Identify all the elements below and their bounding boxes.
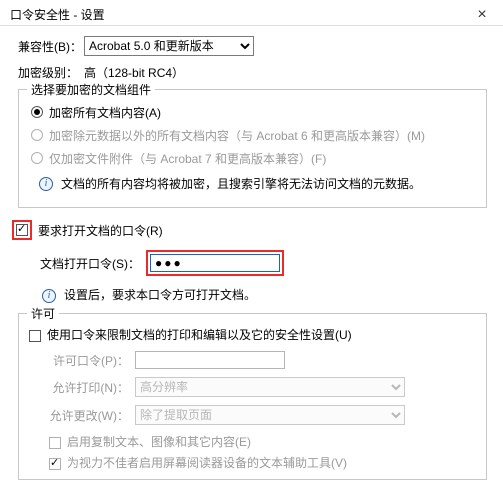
checkbox-enable-screen-reader-label: 为视力不佳者启用屏幕阅读器设备的文本辅助工具(V) — [67, 454, 347, 471]
info-icon: i — [42, 289, 56, 303]
allow-print-label: 允许打印(N)： — [49, 379, 129, 396]
window-title: 口令安全性 - 设置 — [10, 6, 105, 23]
permissions-group: 许可 使用口令来限制文档的打印和编辑以及它的安全性设置(U) 许可口令(P)： … — [18, 313, 487, 480]
radio-encrypt-attachments — [31, 152, 43, 164]
radio-encrypt-attachments-label: 仅加密文件附件（与 Acrobat 7 和更高版本兼容）(F) — [49, 150, 326, 167]
encryption-level-value: 高（128-bit RC4） — [84, 64, 184, 81]
encrypt-components-group: 选择要加密的文档组件 加密所有文档内容(A) 加密除元数据以外的所有文档内容（与… — [18, 89, 487, 208]
permissions-legend: 许可 — [27, 305, 59, 322]
info-icon: i — [39, 177, 53, 191]
allow-change-select: 除了提取页面 — [135, 405, 405, 425]
open-password-label: 文档打开口令(S)： — [40, 255, 140, 272]
open-password-note: 设置后，要求本口令方可打开文档。 — [64, 286, 256, 303]
allow-change-label: 允许更改(W)： — [49, 407, 129, 424]
compat-select[interactable]: Acrobat 5.0 和更新版本 — [84, 36, 254, 56]
radio-encrypt-all[interactable] — [31, 106, 43, 118]
radio-encrypt-except-meta — [31, 129, 43, 141]
allow-print-select: 高分辨率 — [135, 377, 405, 397]
checkbox-restrict-permissions-label: 使用口令来限制文档的打印和编辑以及它的安全性设置(U) — [47, 326, 352, 343]
close-icon[interactable]: × — [467, 6, 497, 24]
perm-password-input — [135, 351, 285, 369]
open-password-input[interactable] — [150, 254, 280, 272]
encrypt-note: 文档的所有内容均将被加密，且搜索引擎将无法访问文档的元数据。 — [61, 175, 421, 193]
checkbox-restrict-permissions[interactable] — [29, 330, 41, 342]
compat-label: 兼容性(B)： — [18, 38, 84, 55]
radio-encrypt-all-label: 加密所有文档内容(A) — [49, 104, 161, 121]
checkbox-enable-copy — [49, 437, 61, 449]
checkbox-enable-copy-label: 启用复制文本、图像和其它内容(E) — [67, 433, 251, 450]
radio-encrypt-except-meta-label: 加密除元数据以外的所有文档内容（与 Acrobat 6 和更高版本兼容）(M) — [49, 127, 425, 144]
encryption-level-label: 加密级别： — [18, 64, 84, 81]
perm-password-label: 许可口令(P)： — [49, 352, 129, 369]
checkbox-enable-screen-reader — [49, 458, 61, 470]
encrypt-components-legend: 选择要加密的文档组件 — [27, 81, 155, 98]
checkbox-require-open-password[interactable] — [16, 224, 28, 236]
checkbox-require-open-password-label: 要求打开文档的口令(R) — [38, 222, 163, 239]
